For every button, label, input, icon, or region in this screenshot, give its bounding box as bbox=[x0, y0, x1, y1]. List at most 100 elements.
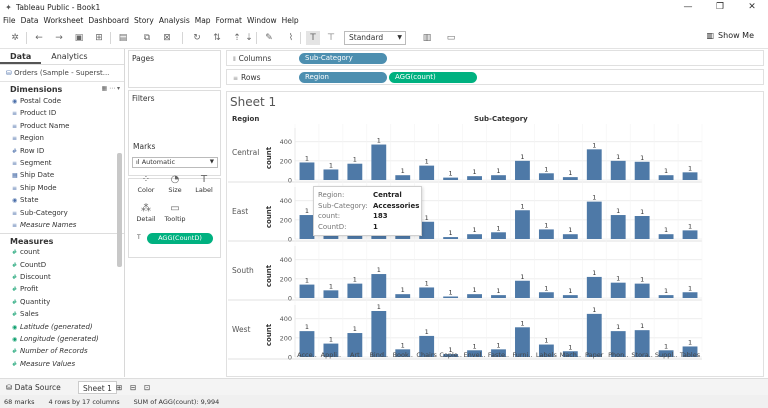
card-toggle-icon[interactable]: ▥ bbox=[420, 31, 434, 45]
back-arrow-icon[interactable]: ← bbox=[32, 31, 46, 45]
field-product-name[interactable]: ≡ Product Name bbox=[0, 120, 124, 132]
field-sub-category[interactable]: ≡ Sub-Category bbox=[0, 207, 124, 219]
field-segment[interactable]: ≡ Segment bbox=[0, 157, 124, 169]
field-ship-date[interactable]: ▦ Ship Date bbox=[0, 169, 124, 181]
tooltip-key: CountD: bbox=[318, 222, 347, 231]
field-label: CountD bbox=[20, 260, 47, 269]
data-source-tab[interactable]: ⛁ Data Source bbox=[2, 381, 65, 394]
menu-help[interactable]: Help bbox=[282, 16, 299, 25]
sort-desc-icon[interactable]: ⇣ bbox=[242, 31, 256, 45]
pill-sub-category[interactable]: Sub-Category bbox=[299, 53, 387, 64]
field-measure-names[interactable]: ≡ Measure Names bbox=[0, 219, 124, 231]
field-region[interactable]: ≡ Region bbox=[0, 132, 124, 144]
toolbar-separator bbox=[26, 32, 27, 44]
field-postal-code[interactable]: ◉ Postal Code bbox=[0, 95, 124, 107]
abc-icon: ≡ bbox=[12, 221, 18, 229]
field-longitude[interactable]: ◉ Longitude (generated) bbox=[0, 333, 124, 345]
detail-button[interactable]: ⁂ Detail bbox=[134, 202, 158, 228]
window-controls: — ❐ ✕ bbox=[672, 0, 768, 14]
field-quantity[interactable]: # Quantity bbox=[0, 296, 124, 308]
database-icon: ⛁ bbox=[6, 69, 12, 77]
show-me-button[interactable]: ▥ Show Me bbox=[706, 31, 754, 40]
window-title: Tableau Public - Book1 bbox=[16, 2, 101, 12]
mark-type-dropdown[interactable]: ıl Automatic ▼ bbox=[132, 157, 218, 168]
tab-data[interactable]: Data bbox=[0, 49, 42, 64]
refresh-icon[interactable]: ↻ bbox=[190, 31, 204, 45]
menu-data[interactable]: Data bbox=[21, 16, 39, 25]
data-panel-scrollbar[interactable] bbox=[117, 153, 122, 267]
field-state[interactable]: ◉ State bbox=[0, 194, 124, 206]
database-icon: ⛁ bbox=[6, 383, 15, 392]
pill-agg-count[interactable]: AGG(count) bbox=[389, 72, 477, 83]
field-countd[interactable]: # CountD bbox=[0, 259, 124, 271]
fit-dropdown[interactable]: Standard ▼ bbox=[344, 31, 406, 45]
marks-pill-countd[interactable]: AGG(CountD) bbox=[147, 233, 213, 244]
highlight-icon[interactable]: ✎ bbox=[262, 31, 276, 45]
rows-shelf[interactable]: ≡ Rows Region AGG(count) bbox=[226, 69, 764, 85]
pill-region[interactable]: Region bbox=[299, 72, 387, 83]
field-label: Ship Date bbox=[20, 171, 55, 180]
app-icon: ✦ bbox=[5, 2, 12, 12]
size-button[interactable]: ◔ Size bbox=[163, 173, 187, 199]
presentation-icon[interactable]: ▭ bbox=[444, 31, 458, 45]
field-latitude[interactable]: ◉ Latitude (generated) bbox=[0, 321, 124, 333]
minimize-button[interactable]: — bbox=[672, 0, 704, 14]
field-product-id[interactable]: ≡ Product ID bbox=[0, 107, 124, 119]
swap-icon[interactable]: ⇅ bbox=[210, 31, 224, 45]
new-worksheet-icon[interactable]: ⊞ bbox=[112, 381, 126, 394]
marks-card-title: Marks bbox=[133, 142, 156, 151]
menu-story[interactable]: Story bbox=[134, 16, 154, 25]
chevron-down-icon: ▼ bbox=[209, 159, 214, 165]
save-icon[interactable]: ▣ bbox=[72, 31, 86, 45]
field-label: Longitude (generated) bbox=[20, 335, 99, 344]
field-sales[interactable]: # Sales bbox=[0, 308, 124, 320]
field-ship-mode[interactable]: ≡ Ship Mode bbox=[0, 182, 124, 194]
close-button[interactable]: ✕ bbox=[736, 0, 768, 14]
labels-icon[interactable]: T bbox=[306, 31, 320, 45]
color-button[interactable]: ⁘ Color bbox=[134, 173, 158, 199]
tableau-logo-icon[interactable]: ✲ bbox=[8, 31, 22, 45]
field-measure-values[interactable]: # Measure Values bbox=[0, 358, 124, 370]
panel-options-icon[interactable]: ▦ ⋯ ▾ bbox=[102, 85, 121, 92]
fix-axes-icon[interactable]: ⊤ bbox=[324, 31, 338, 45]
filters-card-title: Filters bbox=[132, 94, 155, 103]
rows-shelf-label: ≡ Rows bbox=[233, 73, 261, 82]
tooltip-row: CountD: 1 bbox=[318, 222, 417, 233]
label-button[interactable]: T Label bbox=[192, 173, 216, 199]
new-dashboard-icon[interactable]: ⊟ bbox=[126, 381, 140, 394]
datasource-item[interactable]: ⛁ Orders (Sample - Superst... bbox=[0, 65, 124, 82]
menu-window[interactable]: Window bbox=[247, 16, 277, 25]
chevron-down-icon: ▼ bbox=[397, 34, 402, 41]
columns-label-text: Columns bbox=[238, 54, 272, 63]
sub-category-header: Sub-Category bbox=[474, 115, 528, 123]
menu-file[interactable]: File bbox=[3, 16, 16, 25]
field-discount[interactable]: # Discount bbox=[0, 271, 124, 283]
region-header: Region bbox=[232, 115, 260, 123]
menu-dashboard[interactable]: Dashboard bbox=[88, 16, 129, 25]
field-label: State bbox=[20, 196, 39, 205]
group-icon[interactable]: ⌇ bbox=[284, 31, 298, 45]
new-sheet-icon[interactable]: ▤ bbox=[116, 31, 130, 45]
new-datasource-icon[interactable]: ⊞ bbox=[92, 31, 106, 45]
field-label: Number of Records bbox=[20, 347, 88, 356]
new-story-icon[interactable]: ⊡ bbox=[140, 381, 154, 394]
menu-analysis[interactable]: Analysis bbox=[159, 16, 190, 25]
field-number-of-records[interactable]: # Number of Records bbox=[0, 345, 124, 357]
menu-map[interactable]: Map bbox=[195, 16, 211, 25]
tooltip-row: Region: Central bbox=[318, 190, 417, 201]
duplicate-sheet-icon[interactable]: ⧉ bbox=[140, 31, 154, 45]
status-marks: 68 marks bbox=[4, 397, 35, 406]
field-label: Sales bbox=[20, 310, 39, 319]
tooltip-button[interactable]: ▭ Tooltip bbox=[163, 202, 187, 228]
field-label: Measure Values bbox=[20, 359, 76, 368]
clear-sheet-icon[interactable]: ⊠ bbox=[160, 31, 174, 45]
field-count[interactable]: # count bbox=[0, 246, 124, 258]
tab-analytics[interactable]: Analytics bbox=[41, 49, 97, 64]
menu-worksheet[interactable]: Worksheet bbox=[43, 16, 83, 25]
field-row-id[interactable]: # Row ID bbox=[0, 145, 124, 157]
columns-shelf[interactable]: ⦀ Columns Sub-Category bbox=[226, 50, 764, 66]
field-profit[interactable]: # Profit bbox=[0, 283, 124, 295]
restore-button[interactable]: ❐ bbox=[704, 0, 736, 14]
menu-format[interactable]: Format bbox=[216, 16, 242, 25]
forward-arrow-icon[interactable]: → bbox=[52, 31, 66, 45]
